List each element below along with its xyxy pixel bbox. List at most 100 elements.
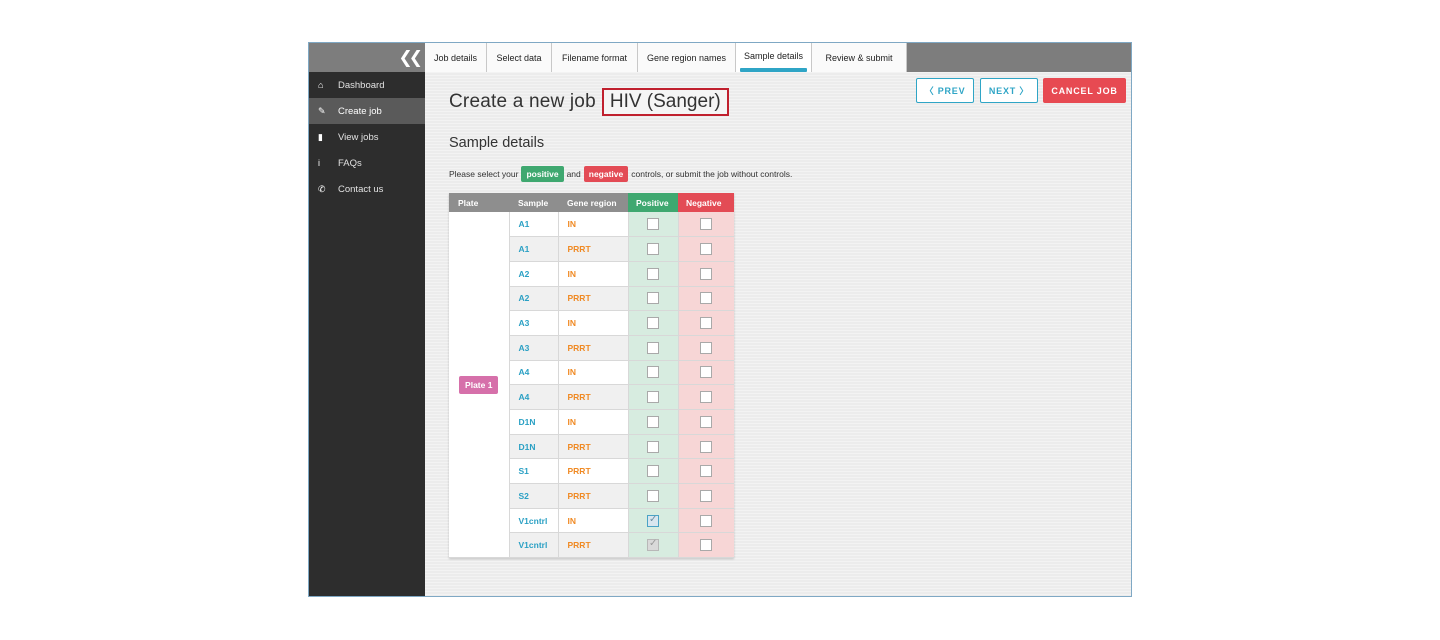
instruction-pre: Please select your <box>449 169 519 179</box>
sidebar-item-view-jobs[interactable]: ▮ View jobs <box>309 124 425 150</box>
sample-cell: V1cntrl <box>509 508 559 534</box>
sample-table: Plate Sample Gene region Positive Negati… <box>449 193 734 559</box>
instruction-mid: and <box>566 169 581 179</box>
negative-checkbox[interactable] <box>700 366 713 379</box>
negative-checkbox[interactable] <box>700 415 713 428</box>
tab-job-details[interactable]: Job details <box>425 43 487 72</box>
gene-region-cell: IN <box>558 212 629 238</box>
positive-cell <box>628 360 679 386</box>
negative-checkbox[interactable] <box>700 341 713 354</box>
info-icon: i <box>318 158 320 168</box>
positive-checkbox[interactable] <box>647 514 659 527</box>
create-job-icon: ✎ <box>318 105 326 116</box>
sidebar-item-faqs[interactable]: i FAQs <box>309 150 425 176</box>
negative-cell <box>678 532 734 559</box>
header-gene-region: Gene region <box>558 193 628 212</box>
tab-sample-details[interactable]: Sample details <box>736 43 812 72</box>
negative-cell <box>678 434 734 460</box>
sidebar-item-create-job[interactable]: ✎ Create job <box>309 98 425 124</box>
sidebar-item-label: Create job <box>338 105 382 117</box>
negative-checkbox[interactable] <box>700 440 713 453</box>
gene-region-cell: PRRT <box>558 384 629 410</box>
positive-cell <box>628 384 679 410</box>
positive-cell <box>628 261 679 287</box>
positive-checkbox[interactable] <box>647 415 659 428</box>
app-window: ❮❮ ⌂ Dashboard ✎ Create job ▮ View jobs i FAQs ✆… <box>308 42 1132 597</box>
plate-cell: Plate 1 <box>449 212 510 559</box>
header-plate: Plate <box>449 193 509 212</box>
positive-checkbox[interactable] <box>647 243 659 256</box>
sample-table-body: Plate 1 A1 IN A1 PRRT A2 IN A2 PRRT A3 IN A3 PRRT A4 I… <box>449 212 734 559</box>
positive-checkbox[interactable] <box>647 292 659 305</box>
sample-cell: A4 <box>509 360 559 386</box>
bar-chart-icon: ▮ <box>318 131 323 142</box>
sample-cell: A2 <box>509 261 559 287</box>
positive-checkbox[interactable] <box>647 366 659 379</box>
sidebar-item-dashboard[interactable]: ⌂ Dashboard <box>309 72 425 98</box>
positive-checkbox[interactable] <box>647 341 659 354</box>
sidebar-nav: ⌂ Dashboard ✎ Create job ▮ View jobs i FAQs ✆ Con… <box>309 72 425 202</box>
positive-checkbox[interactable] <box>647 267 659 280</box>
tab-filename-format[interactable]: Filename format <box>552 43 638 72</box>
sample-cell: V1cntrl <box>509 532 559 559</box>
sample-cell: A3 <box>509 310 559 336</box>
table-row: Plate 1 A1 IN <box>449 212 734 559</box>
negative-checkbox[interactable] <box>700 391 713 404</box>
gene-region-cell: IN <box>558 261 629 287</box>
positive-cell <box>628 409 679 435</box>
instruction-text: Please select your positive and negative… <box>449 166 792 182</box>
gene-region-cell: PRRT <box>558 236 629 262</box>
positive-checkbox <box>647 538 659 552</box>
cancel-job-button[interactable]: CANCEL JOB <box>1043 78 1126 103</box>
sample-cell: S1 <box>509 458 559 485</box>
sample-cell: D1N <box>509 434 559 460</box>
gene-region-cell: PRRT <box>558 483 629 509</box>
tab-select-data[interactable]: Select data <box>487 43 552 72</box>
page-header: Create a new job HIV (Sanger) <box>449 88 729 116</box>
instruction-post: controls, or submit the job without cont… <box>631 169 793 179</box>
job-type-label: HIV (Sanger) <box>601 88 729 116</box>
tab-gene-region-names[interactable]: Gene region names <box>638 43 736 72</box>
negative-cell <box>678 261 734 287</box>
next-button-top[interactable]: NEXT 〉 <box>980 78 1038 103</box>
positive-cell <box>628 335 679 361</box>
negative-checkbox[interactable] <box>700 243 713 256</box>
collapse-sidebar-area: ❮❮ <box>309 43 425 72</box>
negative-checkbox[interactable] <box>700 292 713 305</box>
negative-cell <box>678 310 734 336</box>
negative-checkbox[interactable] <box>700 317 713 330</box>
positive-cell <box>628 310 679 336</box>
page-title: Create a new job <box>449 91 596 112</box>
sidebar-item-label: View jobs <box>338 131 379 143</box>
positive-checkbox[interactable] <box>647 391 659 404</box>
negative-cell <box>678 286 734 312</box>
negative-checkbox[interactable] <box>700 218 713 231</box>
positive-checkbox[interactable] <box>647 489 659 502</box>
positive-cell <box>628 236 679 262</box>
negative-checkbox[interactable] <box>700 539 713 552</box>
positive-cell <box>628 508 679 534</box>
gene-region-cell: PRRT <box>558 286 629 312</box>
gene-region-cell: PRRT <box>558 458 629 485</box>
positive-checkbox[interactable] <box>647 317 659 330</box>
negative-cell <box>678 212 734 238</box>
negative-checkbox[interactable] <box>700 267 713 280</box>
home-icon: ⌂ <box>318 80 324 90</box>
sidebar-item-contact-us[interactable]: ✆ Contact us <box>309 176 425 202</box>
negative-checkbox[interactable] <box>700 489 713 502</box>
tab-review-submit[interactable]: Review & submit <box>812 43 907 72</box>
negative-cell <box>678 384 734 410</box>
gene-region-cell: IN <box>558 409 629 435</box>
collapse-sidebar-icon[interactable]: ❮❮ <box>399 48 423 68</box>
gene-region-cell: PRRT <box>558 532 629 559</box>
positive-checkbox[interactable] <box>647 218 659 231</box>
positive-checkbox[interactable] <box>647 465 659 478</box>
negative-checkbox[interactable] <box>700 465 713 478</box>
negative-tag: negative <box>583 166 629 182</box>
sample-cell: A1 <box>509 236 559 262</box>
negative-checkbox[interactable] <box>700 514 713 527</box>
negative-cell <box>678 409 734 435</box>
prev-button-top[interactable]: 〈 PREV <box>916 78 974 103</box>
positive-checkbox[interactable] <box>647 440 659 453</box>
sample-cell: A1 <box>509 212 559 238</box>
